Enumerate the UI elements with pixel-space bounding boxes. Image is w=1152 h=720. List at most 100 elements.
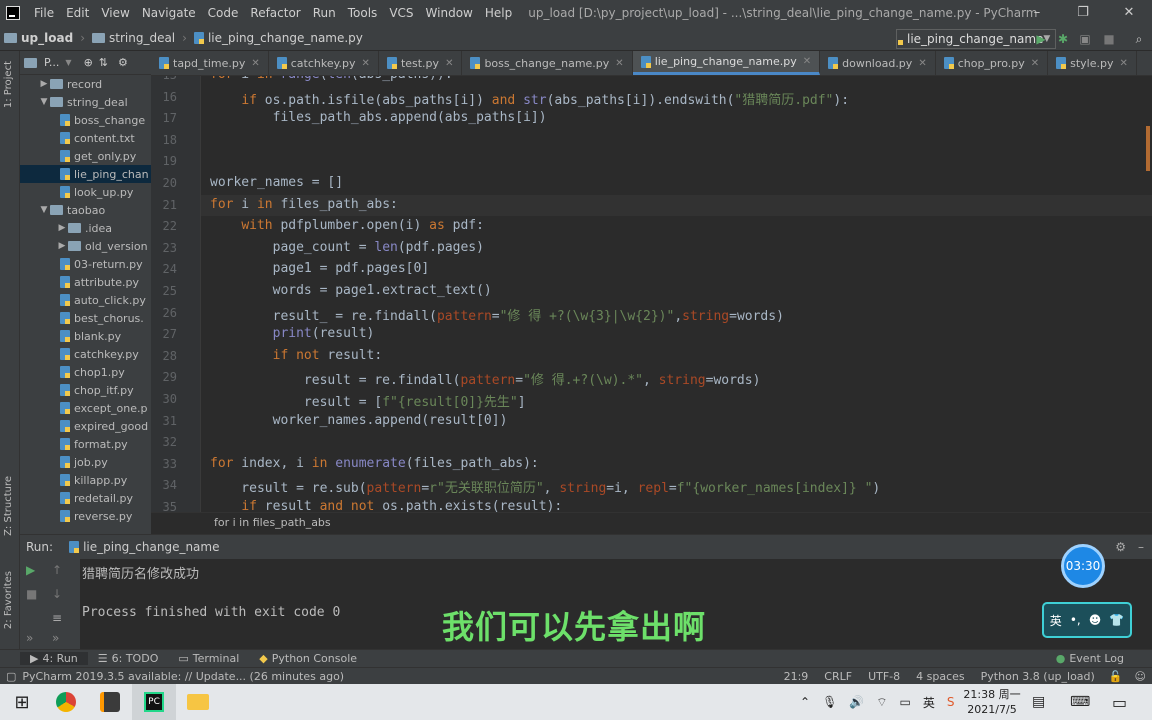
tree-file[interactable]: format.py bbox=[20, 435, 151, 453]
tray-expand-icon[interactable]: ⌃ bbox=[800, 695, 810, 709]
menu-code[interactable]: Code bbox=[202, 6, 245, 20]
tree-file[interactable]: catchkey.py bbox=[20, 345, 151, 363]
menu-navigate[interactable]: Navigate bbox=[136, 6, 202, 20]
breadcrumb-file[interactable]: lie_ping_change_name.py bbox=[190, 31, 367, 45]
minimize-icon[interactable]: – bbox=[1014, 0, 1060, 26]
menu-window[interactable]: Window bbox=[420, 6, 479, 20]
chrome-icon[interactable] bbox=[44, 684, 88, 720]
tree-folder[interactable]: ▼ string_deal bbox=[20, 93, 151, 111]
code-line[interactable]: for i in range(len(abs_paths)): bbox=[210, 76, 453, 82]
structure-tool-tab[interactable]: Z: Structure bbox=[3, 476, 14, 536]
soft-wrap-icon[interactable]: ≡ bbox=[52, 611, 62, 625]
tree-folder[interactable]: ▶ .idea bbox=[20, 219, 151, 237]
tab-test[interactable]: test.py ✕ bbox=[379, 51, 463, 75]
expand-arrow-icon[interactable]: ▶ bbox=[56, 241, 68, 251]
menu-tools[interactable]: Tools bbox=[342, 6, 384, 20]
gear-icon[interactable]: ⚙ bbox=[1115, 540, 1126, 554]
menu-run[interactable]: Run bbox=[307, 6, 342, 20]
close-icon[interactable]: ✕ bbox=[918, 58, 926, 69]
code-line[interactable]: worker_names = [] bbox=[210, 175, 343, 190]
menu-refactor[interactable]: Refactor bbox=[244, 6, 306, 20]
file-explorer-icon[interactable] bbox=[176, 684, 220, 720]
minimize-panel-icon[interactable]: – bbox=[1138, 540, 1144, 554]
tree-file[interactable]: expired_good bbox=[20, 417, 151, 435]
tab-chop-pro[interactable]: chop_pro.py ✕ bbox=[936, 51, 1049, 75]
tree-file[interactable]: best_chorus. bbox=[20, 309, 151, 327]
tab-boss-change-name[interactable]: boss_change_name.py ✕ bbox=[462, 51, 633, 75]
rerun-icon[interactable]: ▶ bbox=[26, 563, 35, 577]
sublime-icon[interactable] bbox=[88, 684, 132, 720]
close-icon[interactable]: ✕ bbox=[615, 58, 623, 69]
code-line[interactable]: for index, i in enumerate(files_path_abs… bbox=[210, 456, 539, 471]
file-encoding[interactable]: UTF-8 bbox=[860, 670, 908, 683]
close-icon[interactable]: ✕ bbox=[251, 58, 259, 69]
menu-file[interactable]: File bbox=[28, 6, 60, 20]
display-icon[interactable]: ▭ bbox=[900, 695, 911, 709]
tree-folder[interactable]: ▶ record bbox=[20, 75, 151, 93]
code-line[interactable]: if result and not os.path.exists(result)… bbox=[210, 499, 562, 512]
indent-setting[interactable]: 4 spaces bbox=[908, 670, 973, 683]
layout-icon[interactable]: ▢ bbox=[6, 670, 16, 683]
tree-file[interactable]: redetail.py bbox=[20, 489, 151, 507]
code-line[interactable]: result_ = re.findall(pattern="修 得 +?(\w{… bbox=[210, 305, 784, 324]
tab-lie-ping-change-name[interactable]: lie_ping_change_name.py ✕ bbox=[632, 51, 821, 75]
close-icon[interactable]: ✕ bbox=[362, 58, 370, 69]
code-line[interactable]: worker_names.append(result[0]) bbox=[210, 413, 508, 428]
tree-folder[interactable]: ▶ old_version bbox=[20, 237, 151, 255]
run-icon[interactable]: ▶ bbox=[1032, 30, 1050, 48]
tree-file[interactable]: job.py bbox=[20, 453, 151, 471]
ime-language-label[interactable]: 英 bbox=[1050, 612, 1062, 629]
tree-file[interactable]: boss_change bbox=[20, 111, 151, 129]
stop-icon[interactable]: ■ bbox=[26, 587, 37, 601]
ime-skin-icon[interactable]: 👕 bbox=[1109, 613, 1124, 627]
tree-file[interactable]: chop_itf.py bbox=[20, 381, 151, 399]
code-breadcrumb-label[interactable]: for i in files_path_abs bbox=[214, 516, 331, 529]
volume-icon[interactable]: 🔊 bbox=[849, 695, 864, 709]
collapse-icon[interactable]: ⇅ bbox=[96, 56, 111, 69]
line-separator[interactable]: CRLF bbox=[816, 670, 860, 683]
tree-file[interactable]: auto_click.py bbox=[20, 291, 151, 309]
code-line[interactable]: result = re.findall(pattern="修 得.+?(\w).… bbox=[210, 369, 761, 388]
clock[interactable]: 21:38 周一 2021/7/5 bbox=[962, 684, 1022, 720]
tree-file[interactable]: except_one.p bbox=[20, 399, 151, 417]
tree-file[interactable]: content.txt bbox=[20, 129, 151, 147]
debug-icon[interactable]: ✱ bbox=[1054, 30, 1072, 48]
stop-icon[interactable]: ■ bbox=[1100, 30, 1118, 48]
tab-run[interactable]: ▶ 4: Run bbox=[20, 652, 88, 665]
expand-arrow-icon[interactable]: ▶ bbox=[38, 79, 50, 89]
notification-icon[interactable]: ▭ bbox=[1112, 684, 1127, 720]
tree-file[interactable]: reverse.py bbox=[20, 507, 151, 525]
close-icon[interactable]: ✕ bbox=[445, 58, 453, 69]
code-line[interactable]: page1 = pdf.pages[0] bbox=[210, 261, 430, 276]
code-line[interactable]: with pdfplumber.open(i) as pdf: bbox=[210, 218, 484, 233]
menu-view[interactable]: View bbox=[95, 6, 135, 20]
code-line[interactable]: result = [f"{result[0]}先生"] bbox=[210, 391, 526, 410]
menu-vcs[interactable]: VCS bbox=[383, 6, 419, 20]
code-line[interactable]: files_path_abs.append(abs_paths[i]) bbox=[210, 110, 547, 125]
tab-catchkey[interactable]: catchkey.py ✕ bbox=[269, 51, 379, 75]
more-icon-2[interactable]: » bbox=[52, 631, 59, 645]
pycharm-taskbar-icon[interactable]: PC bbox=[132, 684, 176, 720]
python-interpreter[interactable]: Python 3.8 (up_load) bbox=[973, 670, 1103, 683]
ime-punct-icon[interactable]: •, bbox=[1070, 613, 1081, 627]
close-icon[interactable]: ✕ bbox=[1031, 58, 1039, 69]
event-log-button[interactable]: ● Event Log bbox=[1046, 652, 1134, 665]
gear-icon[interactable]: ⚙ bbox=[115, 56, 131, 69]
network-icon[interactable]: ⌔ bbox=[876, 695, 887, 710]
code-line[interactable]: page_count = len(pdf.pages) bbox=[210, 240, 484, 255]
code-line[interactable]: result = re.sub(pattern=r"无关联职位简历", stri… bbox=[210, 477, 880, 496]
status-message[interactable]: PyCharm 2019.3.5 available: // Update...… bbox=[22, 670, 344, 683]
run-config-tab[interactable]: lie_ping_change_name bbox=[83, 540, 219, 554]
windows-start-icon[interactable]: ⊞ bbox=[0, 684, 44, 720]
breadcrumb-project[interactable]: up_load bbox=[0, 31, 77, 45]
search-icon[interactable]: ⌕ bbox=[1130, 30, 1148, 48]
favorites-tool-tab[interactable]: 2: Favorites bbox=[3, 571, 14, 629]
tree-file[interactable]: get_only.py bbox=[20, 147, 151, 165]
app-tray-icon[interactable]: S bbox=[947, 695, 955, 709]
inspector-icon[interactable]: ☺ bbox=[1129, 670, 1152, 683]
code-line[interactable]: for i in files_path_abs: bbox=[210, 197, 398, 212]
menu-edit[interactable]: Edit bbox=[60, 6, 95, 20]
expand-arrow-icon[interactable]: ▼ bbox=[38, 205, 50, 215]
code-line[interactable]: words = page1.extract_text() bbox=[210, 283, 492, 298]
tree-file[interactable]: 03-return.py bbox=[20, 255, 151, 273]
